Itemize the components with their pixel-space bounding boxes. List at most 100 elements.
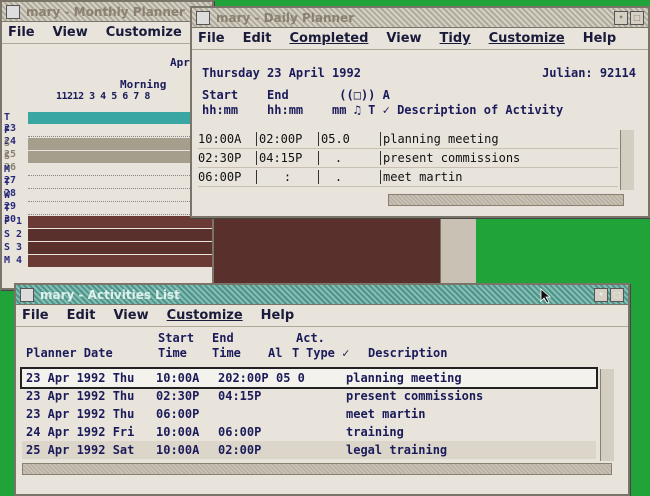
monthly-menubar: File View Customize — [2, 22, 212, 44]
row-start: 10:00A — [156, 443, 200, 457]
maximize-button[interactable]: □ — [630, 10, 644, 25]
day-row[interactable] — [28, 164, 212, 176]
table-row[interactable]: 23 Apr 1992 Thu 06:00P meet martin — [22, 405, 596, 423]
day-row-weekend[interactable] — [28, 151, 212, 163]
activity-desc[interactable]: present commissions — [380, 151, 618, 165]
day-row-dark[interactable] — [28, 242, 212, 254]
day-row-dark[interactable] — [28, 229, 212, 241]
daily-date-label: Thursday 23 April 1992 — [202, 66, 361, 80]
activities-list-window: mary - Activities List • □ File Edit Vie… — [14, 283, 630, 496]
day-row-today[interactable] — [28, 112, 212, 124]
activities-menu-help[interactable]: Help — [261, 308, 294, 323]
day-row[interactable] — [28, 177, 212, 189]
system-menu-icon[interactable] — [6, 4, 20, 19]
row-desc: planning meeting — [346, 371, 462, 385]
activities-titlebar[interactable]: mary - Activities List • □ — [16, 285, 628, 305]
duration: . — [318, 151, 358, 165]
daily-menu-completed[interactable]: Completed — [289, 31, 368, 46]
daily-vscroll[interactable] — [620, 130, 634, 190]
activities-header: Start End Act. Planner Date Time Time Al… — [16, 331, 616, 363]
duration: . — [318, 170, 358, 184]
row-start: 10:00A — [156, 371, 200, 385]
day-row[interactable] — [28, 125, 212, 137]
start-time: 02:30P — [198, 151, 242, 165]
system-menu-icon[interactable] — [196, 10, 210, 25]
table-row[interactable]: 24 Apr 1992 Fri 10:00A 06:00P training — [22, 423, 596, 441]
row-end: 06:00P — [218, 425, 262, 439]
table-row[interactable]: 23 Apr 1992 Thu 10:00A 202:00P 05 0 plan… — [20, 367, 598, 389]
start-time: 10:00A — [198, 132, 242, 146]
daily-menubar: File Edit Completed View Tidy Customize … — [192, 28, 648, 50]
row-start: 10:00A — [156, 425, 200, 439]
row-desc: meet martin — [346, 407, 426, 421]
day-row-dark[interactable] — [28, 255, 212, 267]
row-date: 24 Apr 1992 Fri — [26, 425, 135, 439]
monthly-menu-file[interactable]: File — [8, 25, 35, 40]
day-row-weekend[interactable] — [28, 138, 212, 150]
hdr-end-time: Time — [212, 346, 241, 360]
daily-menu-file[interactable]: File — [198, 31, 225, 46]
daily-planner-window: mary - Daily Planner • □ File Edit Compl… — [190, 6, 650, 218]
day-row-dark[interactable] — [28, 216, 212, 228]
mouse-cursor-icon — [540, 288, 552, 304]
table-row[interactable]: 06:00P : . meet martin — [198, 168, 618, 187]
row-end: 202:00P — [218, 371, 269, 385]
daily-menu-edit[interactable]: Edit — [243, 31, 272, 46]
row-date: 23 Apr 1992 Thu — [26, 389, 135, 403]
row-desc: present commissions — [346, 389, 484, 403]
row-date: 23 Apr 1992 Thu — [26, 407, 135, 421]
table-row[interactable]: 10:00A 02:00P 05.0 planning meeting — [198, 130, 618, 149]
activity-desc[interactable]: planning meeting — [380, 132, 618, 146]
minimize-button[interactable]: • — [614, 10, 628, 25]
row-desc: training — [346, 425, 404, 439]
hdr-start: Start — [158, 331, 195, 345]
hdr-planner-date: Planner Date — [26, 346, 113, 360]
day-label: S 3 — [4, 242, 23, 253]
daily-menu-help[interactable]: Help — [583, 31, 616, 46]
monthly-planner-titlebar[interactable]: mary - Monthly Planner — [2, 2, 212, 22]
activities-hscroll[interactable] — [22, 463, 612, 475]
system-menu-icon[interactable] — [20, 287, 34, 302]
daily-menu-view[interactable]: View — [386, 31, 421, 46]
activities-menu-edit[interactable]: Edit — [67, 308, 96, 323]
row-start: 02:30P — [156, 389, 200, 403]
maximize-button[interactable]: □ — [610, 287, 624, 302]
hdr-end: End — [212, 331, 234, 345]
daily-menu-customize[interactable]: Customize — [489, 31, 565, 46]
day-label: M 4 — [4, 255, 23, 266]
end-time: 04:15P — [256, 151, 318, 165]
day-label: F 1 — [4, 216, 23, 227]
table-row[interactable]: 23 Apr 1992 Thu 02:30P 04:15P present co… — [22, 387, 596, 405]
row-end: 04:15P — [218, 389, 262, 403]
monthly-menu-customize[interactable]: Customize — [106, 25, 182, 40]
end-time: : — [256, 170, 318, 184]
monthly-planner-title: mary - Monthly Planner — [26, 4, 185, 19]
month-label: Apr — [170, 56, 190, 69]
table-row[interactable]: 02:30P 04:15P . present commissions — [198, 149, 618, 168]
activities-menu-customize[interactable]: Customize — [167, 308, 243, 323]
daily-menu-tidy[interactable]: Tidy — [440, 31, 471, 46]
hdr-start-time: Time — [158, 346, 187, 360]
end-time: 02:00P — [256, 132, 318, 146]
activities-menu-file[interactable]: File — [22, 308, 49, 323]
row-date: 25 Apr 1992 Sat — [26, 443, 135, 457]
row-date: 23 Apr 1992 Thu — [26, 371, 135, 385]
day-row[interactable] — [28, 203, 212, 215]
monthly-planner-window: mary - Monthly Planner File View Customi… — [0, 0, 214, 290]
daily-hscroll[interactable] — [388, 194, 624, 206]
row-end: 02:00P — [218, 443, 262, 457]
table-row[interactable]: 25 Apr 1992 Sat 10:00A 02:00P legal trai… — [22, 441, 596, 459]
hours-header: 11212 3 4 5 6 7 8 — [56, 91, 150, 102]
activities-menu-view[interactable]: View — [113, 308, 148, 323]
daily-planner-titlebar[interactable]: mary - Daily Planner • □ — [192, 8, 648, 28]
activity-desc[interactable]: meet martin — [380, 170, 618, 184]
duration: 05.0 — [318, 132, 358, 146]
activities-table: 23 Apr 1992 Thu 10:00A 202:00P 05 0 plan… — [20, 367, 598, 459]
activities-vscroll[interactable] — [600, 369, 614, 461]
monthly-vscroll[interactable] — [440, 218, 476, 288]
minimize-button[interactable]: • — [594, 287, 608, 302]
daily-col-headers-1: Start End ((□)) A — [202, 88, 390, 102]
day-label: S 2 — [4, 229, 23, 240]
day-row[interactable] — [28, 190, 212, 202]
monthly-menu-view[interactable]: View — [53, 25, 88, 40]
